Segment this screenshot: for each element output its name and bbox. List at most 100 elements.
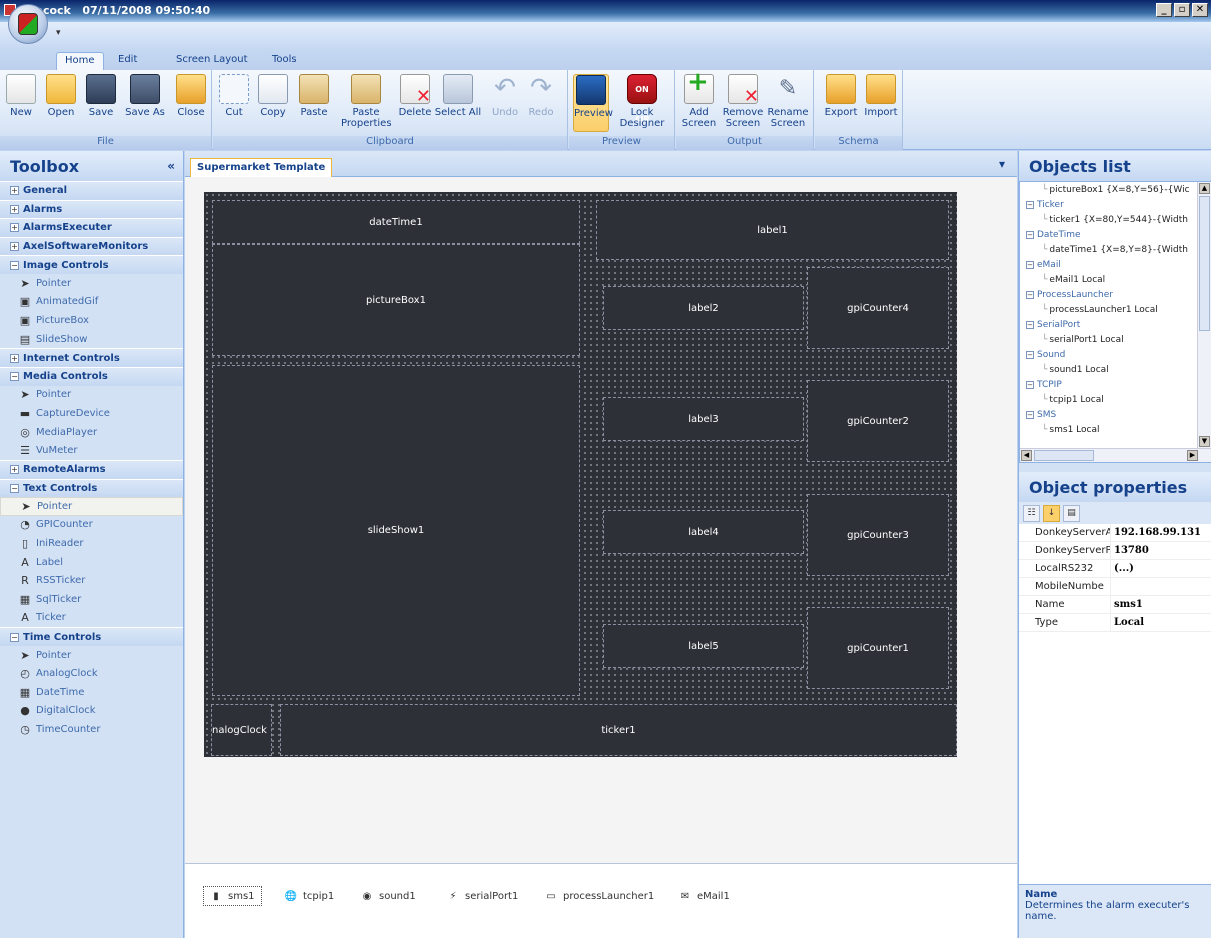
alphabetical-sort-icon[interactable]: ↓ — [1043, 504, 1060, 522]
property-pages-icon[interactable]: ▤ — [1063, 504, 1080, 522]
object-item[interactable]: └ serialPort1 Local — [1020, 332, 1211, 347]
toolbox-item[interactable]: ➤ Pointer — [0, 497, 183, 516]
open-button[interactable]: Open — [44, 74, 78, 118]
component-tcpip[interactable]: 🌐 tcpip1 — [285, 886, 334, 906]
collapse-icon[interactable]: − — [1026, 350, 1034, 359]
toolbox-item[interactable]: A Ticker — [0, 609, 183, 628]
label2-control[interactable]: label2 — [603, 286, 804, 330]
paste-button[interactable]: Paste — [295, 74, 333, 118]
label4-control[interactable]: label4 — [603, 510, 804, 554]
hscroll-thumb[interactable] — [1034, 450, 1094, 461]
scroll-down-icon[interactable]: ▼ — [1199, 436, 1210, 447]
close-window-button[interactable]: ✕ — [1192, 3, 1208, 17]
toolbox-item[interactable]: ▬ CaptureDevice — [0, 404, 183, 423]
property-row[interactable]: Name sms1 — [1019, 596, 1211, 614]
toolbox-item[interactable]: ▦ DateTime — [0, 683, 183, 702]
toolbox-item[interactable]: ➤ Pointer — [0, 646, 183, 665]
application-menu-button[interactable] — [8, 4, 48, 44]
preview-button[interactable]: Preview — [573, 74, 613, 132]
objects-horizontal-scrollbar[interactable]: ◀ ▶ — [1020, 448, 1211, 462]
objects-vertical-scrollbar[interactable]: ▲ ▼ — [1197, 182, 1211, 448]
object-item[interactable]: └ eMail1 Local — [1020, 272, 1211, 287]
collapse-icon[interactable]: − — [1026, 200, 1034, 209]
slideshow-control[interactable]: slideShow1 — [212, 365, 580, 696]
object-category[interactable]: − DateTime — [1020, 227, 1211, 242]
toolbox-category[interactable]: + Internet Controls — [0, 348, 183, 367]
select-all-button[interactable]: Select All — [433, 74, 483, 118]
collapse-icon[interactable]: − — [10, 483, 19, 493]
collapse-icon[interactable]: − — [1026, 380, 1034, 389]
collapse-icon[interactable]: − — [1026, 290, 1034, 299]
object-category[interactable]: − TCPIP — [1020, 377, 1211, 392]
component-sound[interactable]: ◉ sound1 — [361, 886, 416, 906]
property-value[interactable]: 13780 — [1111, 542, 1149, 559]
toolbox-item[interactable]: ▦ SqlTicker — [0, 590, 183, 609]
redo-button[interactable]: ↷ Redo — [525, 74, 557, 118]
tab-list-dropdown-icon[interactable]: ▾ — [999, 157, 1005, 171]
scroll-left-icon[interactable]: ◀ — [1021, 450, 1032, 461]
tab-tools[interactable]: Tools — [264, 52, 305, 70]
object-category[interactable]: − Sound — [1020, 347, 1211, 362]
object-item[interactable]: └ dateTime1 {X=8,Y=8}-{Width — [1020, 242, 1211, 257]
collapse-icon[interactable]: − — [1026, 320, 1034, 329]
property-value[interactable]: sms1 — [1111, 596, 1143, 613]
toolbox-category[interactable]: − Media Controls — [0, 366, 183, 386]
toolbox-category[interactable]: − Text Controls — [0, 478, 183, 498]
add-screen-button[interactable]: Add Screen — [680, 67, 718, 129]
toolbox-category[interactable]: + AxelSoftwareMonitors — [0, 236, 183, 256]
gpicounter4-control[interactable]: gpiCounter4 — [807, 267, 949, 349]
categorized-view-icon[interactable]: ☷ — [1023, 504, 1040, 522]
object-category[interactable]: − SMS — [1020, 407, 1211, 422]
object-item[interactable]: └ sound1 Local — [1020, 362, 1211, 377]
toolbox-item[interactable]: R RSSTicker — [0, 571, 183, 590]
property-row[interactable]: MobileNumbe — [1019, 578, 1211, 596]
scroll-thumb[interactable] — [1199, 196, 1210, 331]
toolbox-item[interactable]: ◎ MediaPlayer — [0, 423, 183, 442]
property-value[interactable]: Local — [1111, 614, 1144, 631]
toolbox-category[interactable]: + RemoteAlarms — [0, 459, 183, 479]
toolbox-item[interactable]: ● DigitalClock — [0, 702, 183, 721]
toolbox-item[interactable]: ➤ Pointer — [0, 274, 183, 293]
save-as-button[interactable]: Save As — [122, 74, 168, 118]
object-category[interactable]: − ProcessLauncher — [1020, 287, 1211, 302]
expand-icon[interactable]: + — [10, 353, 19, 363]
component-email[interactable]: ✉ eMail1 — [679, 886, 730, 906]
property-row[interactable]: DonkeyServerP 13780 — [1019, 542, 1211, 560]
collapse-icon[interactable]: − — [10, 260, 19, 270]
toolbox-category[interactable]: + General — [0, 181, 183, 200]
toolbox-item[interactable]: ◔ GPICounter — [0, 516, 183, 535]
delete-button[interactable]: Delete — [397, 74, 433, 118]
object-item[interactable]: └ tcpip1 Local — [1020, 392, 1211, 407]
toolbox-item[interactable]: A Label — [0, 553, 183, 572]
picturebox-control[interactable]: pictureBox1 — [212, 244, 580, 356]
gpicounter1-control[interactable]: gpiCounter1 — [807, 607, 949, 689]
copy-button[interactable]: Copy — [255, 74, 291, 118]
remove-screen-button[interactable]: Remove Screen — [720, 74, 766, 129]
tab-home[interactable]: Home — [56, 52, 104, 70]
cut-button[interactable]: Cut — [219, 74, 249, 118]
ticker-control[interactable]: ticker1 — [280, 704, 957, 756]
screen-canvas[interactable]: dateTime1 label1 pictureBox1 label2 gpiC… — [204, 192, 957, 757]
property-value[interactable]: 192.168.99.131 — [1111, 524, 1201, 541]
object-item[interactable]: └ ticker1 {X=80,Y=544}-{Width — [1020, 212, 1211, 227]
lock-designer-button[interactable]: ON AIR Lock Designer — [619, 74, 665, 129]
collapse-icon[interactable]: − — [10, 632, 19, 642]
toolbox-item[interactable]: ▯ IniReader — [0, 534, 183, 553]
gpicounter2-control[interactable]: gpiCounter2 — [807, 380, 949, 462]
toolbox-item[interactable]: ▣ PictureBox — [0, 311, 183, 330]
import-button[interactable]: Import — [863, 74, 899, 118]
object-item[interactable]: └ processLauncher1 Local — [1020, 302, 1211, 317]
gpicounter3-control[interactable]: gpiCounter3 — [807, 494, 949, 576]
toolbox-item[interactable]: ▣ AnimatedGif — [0, 293, 183, 312]
property-row[interactable]: Type Local — [1019, 614, 1211, 632]
toolbox-category[interactable]: − Image Controls — [0, 255, 183, 274]
expand-icon[interactable]: + — [10, 186, 19, 196]
rename-screen-button[interactable]: ✎ Rename Screen — [766, 74, 810, 129]
label3-control[interactable]: label3 — [603, 397, 804, 441]
toolbox-item[interactable]: ◴ AnalogClock — [0, 664, 183, 683]
toolbox-item[interactable]: ▤ SlideShow — [0, 330, 183, 349]
toolbox-category[interactable]: + Alarms — [0, 199, 183, 219]
toolbox-category[interactable]: − Time Controls — [0, 627, 183, 646]
component-serial-port[interactable]: ⚡ serialPort1 — [447, 886, 518, 906]
object-category[interactable]: − SerialPort — [1020, 317, 1211, 332]
